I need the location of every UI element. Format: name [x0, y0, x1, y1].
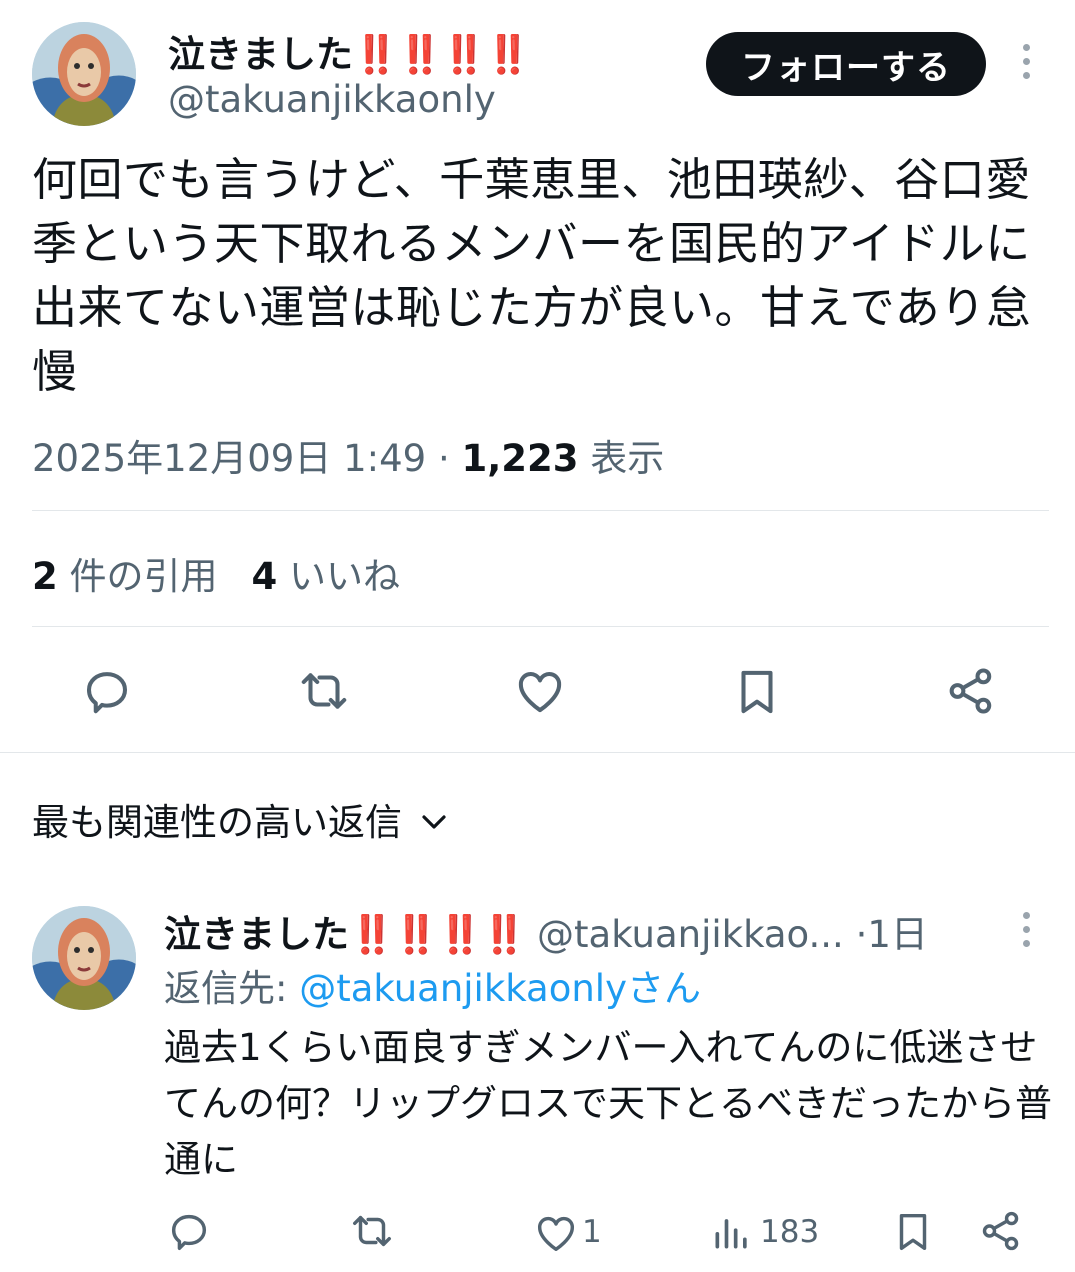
divider [32, 626, 1049, 627]
reply-author-avatar[interactable] [32, 906, 136, 1010]
reply-author-name-emoji: ‼️‼️‼️‼️ [349, 913, 527, 956]
tweet-meta: 2025年12月09日 1:49 · 1,223 表示 [32, 428, 664, 482]
tweet-text: 何回でも言うけど、千葉恵里、池田瑛紗、谷口愛季という天下取れるメンバーを国民的ア… [32, 153, 1032, 398]
quotes-count: 2 [32, 555, 58, 598]
reply-to-handle[interactable]: @takuanjikkaonlyさん [299, 967, 701, 1010]
retweet-icon[interactable] [348, 1208, 396, 1254]
tweet-timestamp[interactable]: 2025年12月09日 1:49 [32, 437, 426, 480]
reply-icon[interactable] [80, 664, 134, 718]
divider [32, 510, 1049, 511]
likes-count: 4 [251, 555, 278, 598]
reply-to-line: 返信先: @takuanjikkaonlyさん [164, 958, 701, 1012]
views-icon[interactable] [710, 1210, 754, 1254]
like-icon[interactable] [532, 1210, 580, 1256]
reply-like-count: 1 [582, 1214, 602, 1250]
author-name-emoji: ‼️‼️‼️‼️ [353, 33, 531, 76]
follow-button[interactable]: フォローする [706, 32, 986, 96]
more-icon[interactable] [1023, 912, 1030, 947]
author-handle[interactable]: @takuanjikkaonly [168, 78, 496, 121]
reply-text: 過去1くらい面良すぎメンバー入れてんのに低迷させてんの何？リップグロスで天下とる… [164, 1026, 1052, 1181]
bookmark-icon[interactable] [730, 664, 784, 720]
likes-label: いいね [289, 555, 401, 598]
views-label: 表示 [590, 437, 665, 480]
author-name-text: 泣きました [168, 33, 353, 76]
more-icon[interactable] [1023, 44, 1030, 79]
chevron-down-icon [420, 798, 448, 841]
reply-author-handle[interactable]: @takuanjikkao... [537, 913, 844, 956]
share-icon[interactable] [944, 664, 998, 718]
author-name[interactable]: 泣きました‼️‼️‼️‼️ [168, 24, 531, 78]
reply-author-name-text: 泣きました [164, 913, 349, 956]
quotes-label: 件の引用 [69, 555, 218, 598]
meta-separator: · [437, 437, 450, 480]
likes-stat[interactable]: 4 いいね [252, 555, 401, 598]
retweet-icon[interactable] [296, 664, 352, 718]
reply-time[interactable]: ·1日 [856, 913, 928, 956]
reply-icon[interactable] [166, 1208, 212, 1254]
replies-sort-label: 最も関連性の高い返信 [32, 801, 402, 844]
reply-to-label: 返信先: [164, 967, 300, 1010]
replies-sort-dropdown[interactable]: 最も関連性の高い返信 [32, 792, 448, 846]
quotes-stat[interactable]: 2 件の引用 [32, 555, 218, 598]
share-icon[interactable] [978, 1208, 1024, 1254]
reply-view-count: 183 [760, 1214, 820, 1250]
like-icon[interactable] [512, 664, 568, 718]
reply-header: 泣きました‼️‼️‼️‼️ @takuanjikkao... ·1日 [164, 904, 928, 958]
engagement-stats: 2 件の引用 4 いいね [32, 546, 400, 600]
divider [0, 752, 1075, 753]
views-count: 1,223 [461, 437, 579, 480]
author-avatar[interactable] [32, 22, 136, 126]
bookmark-icon[interactable] [890, 1208, 936, 1256]
reply-author-name[interactable]: 泣きました‼️‼️‼️‼️ [164, 913, 527, 956]
